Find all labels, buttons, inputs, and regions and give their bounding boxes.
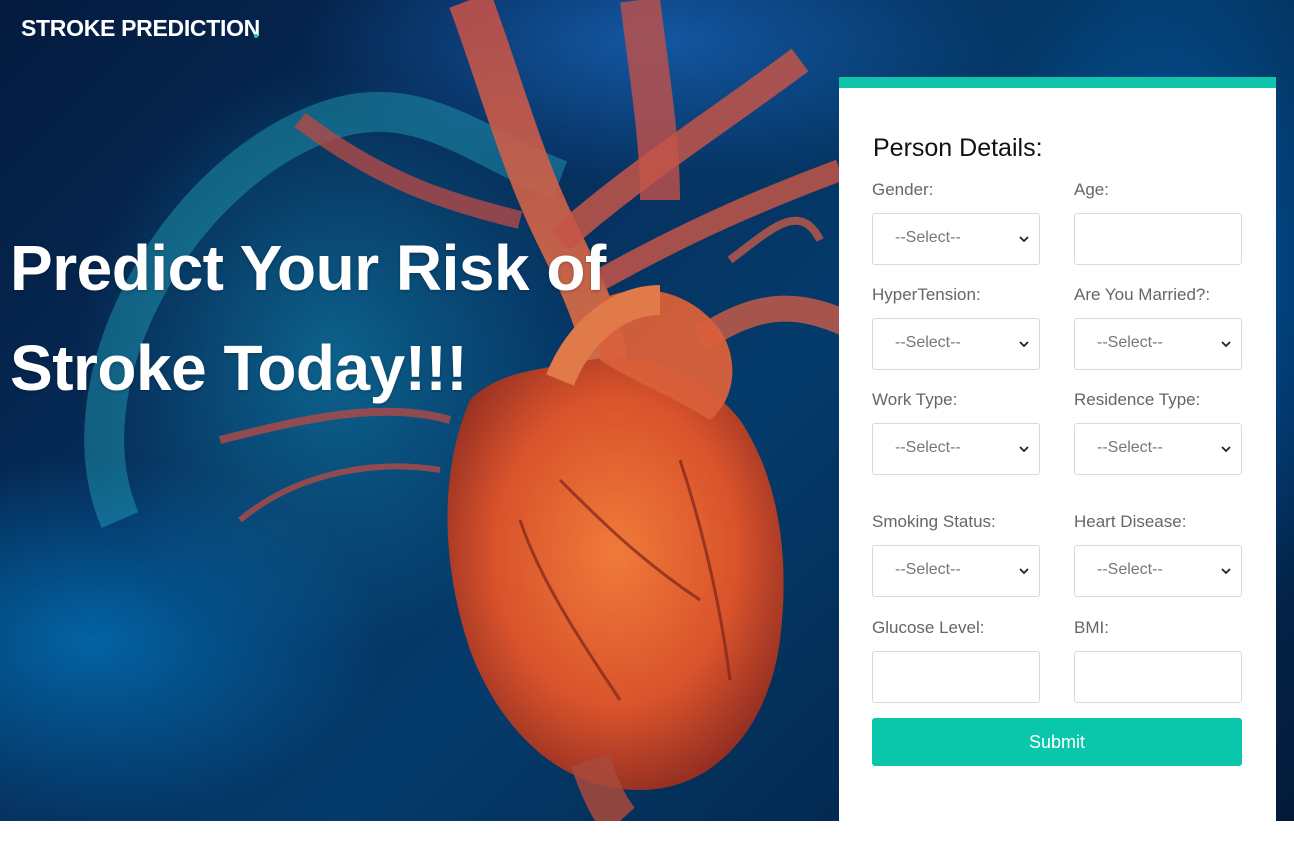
field-hypertension: HyperTension: --Select-- <box>872 285 1040 370</box>
field-label: Work Type: <box>872 390 958 409</box>
select-value: --Select-- <box>1097 439 1163 456</box>
smoking-status-select[interactable]: --Select-- <box>872 545 1040 597</box>
field-gender: Gender: --Select-- <box>872 180 1040 265</box>
hero-headline-line1: Predict Your Risk of <box>10 232 606 304</box>
chevron-down-icon <box>1019 568 1029 575</box>
heart-disease-select[interactable]: --Select-- <box>1074 545 1242 597</box>
field-label: Smoking Status: <box>872 512 996 531</box>
bmi-input[interactable] <box>1074 651 1242 703</box>
chevron-down-icon <box>1019 446 1029 453</box>
field-bmi: BMI: <box>1074 618 1242 703</box>
residence-type-select[interactable]: --Select-- <box>1074 423 1242 475</box>
chevron-down-icon <box>1221 568 1231 575</box>
chevron-down-icon <box>1019 236 1029 243</box>
field-label: Heart Disease: <box>1074 512 1187 531</box>
age-input[interactable] <box>1074 213 1242 265</box>
field-heart-disease: Heart Disease: --Select-- <box>1074 512 1242 597</box>
gender-select[interactable]: --Select-- <box>872 213 1040 265</box>
select-value: --Select-- <box>1097 334 1163 351</box>
field-residence-type: Residence Type: --Select-- <box>1074 390 1242 475</box>
work-type-select[interactable]: --Select-- <box>872 423 1040 475</box>
select-value: --Select-- <box>1097 561 1163 578</box>
field-glucose-level: Glucose Level: <box>872 618 1040 703</box>
hero-headline: Predict Your Risk of Stroke Today!!! <box>10 218 650 418</box>
select-value: --Select-- <box>895 561 961 578</box>
field-label: Age: <box>1074 180 1109 199</box>
person-details-form: Person Details: Gender: --Select-- Age: … <box>839 77 1276 821</box>
brand-dot <box>254 34 258 38</box>
field-label: BMI: <box>1074 618 1109 637</box>
field-label: Are You Married?: <box>1074 285 1211 304</box>
field-label: Gender: <box>872 180 934 199</box>
glucose-level-input[interactable] <box>872 651 1040 703</box>
chevron-down-icon <box>1019 341 1029 348</box>
select-value: --Select-- <box>895 439 961 456</box>
field-smoking-status: Smoking Status: --Select-- <box>872 512 1040 597</box>
hypertension-select[interactable]: --Select-- <box>872 318 1040 370</box>
field-married: Are You Married?: --Select-- <box>1074 285 1242 370</box>
married-select[interactable]: --Select-- <box>1074 318 1242 370</box>
field-label: HyperTension: <box>872 285 981 304</box>
chevron-down-icon <box>1221 446 1231 453</box>
hero-headline-line2: Stroke Today!!! <box>10 332 468 404</box>
submit-button[interactable]: Submit <box>872 718 1242 766</box>
chevron-down-icon <box>1221 341 1231 348</box>
brand-title[interactable]: STROKE PREDICTION <box>21 15 260 42</box>
field-label: Glucose Level: <box>872 618 985 637</box>
select-value: --Select-- <box>895 334 961 351</box>
select-value: --Select-- <box>895 229 961 246</box>
field-age: Age: <box>1074 180 1242 265</box>
field-work-type: Work Type: --Select-- <box>872 390 1040 475</box>
form-title: Person Details: <box>873 134 1043 162</box>
field-label: Residence Type: <box>1074 390 1201 409</box>
